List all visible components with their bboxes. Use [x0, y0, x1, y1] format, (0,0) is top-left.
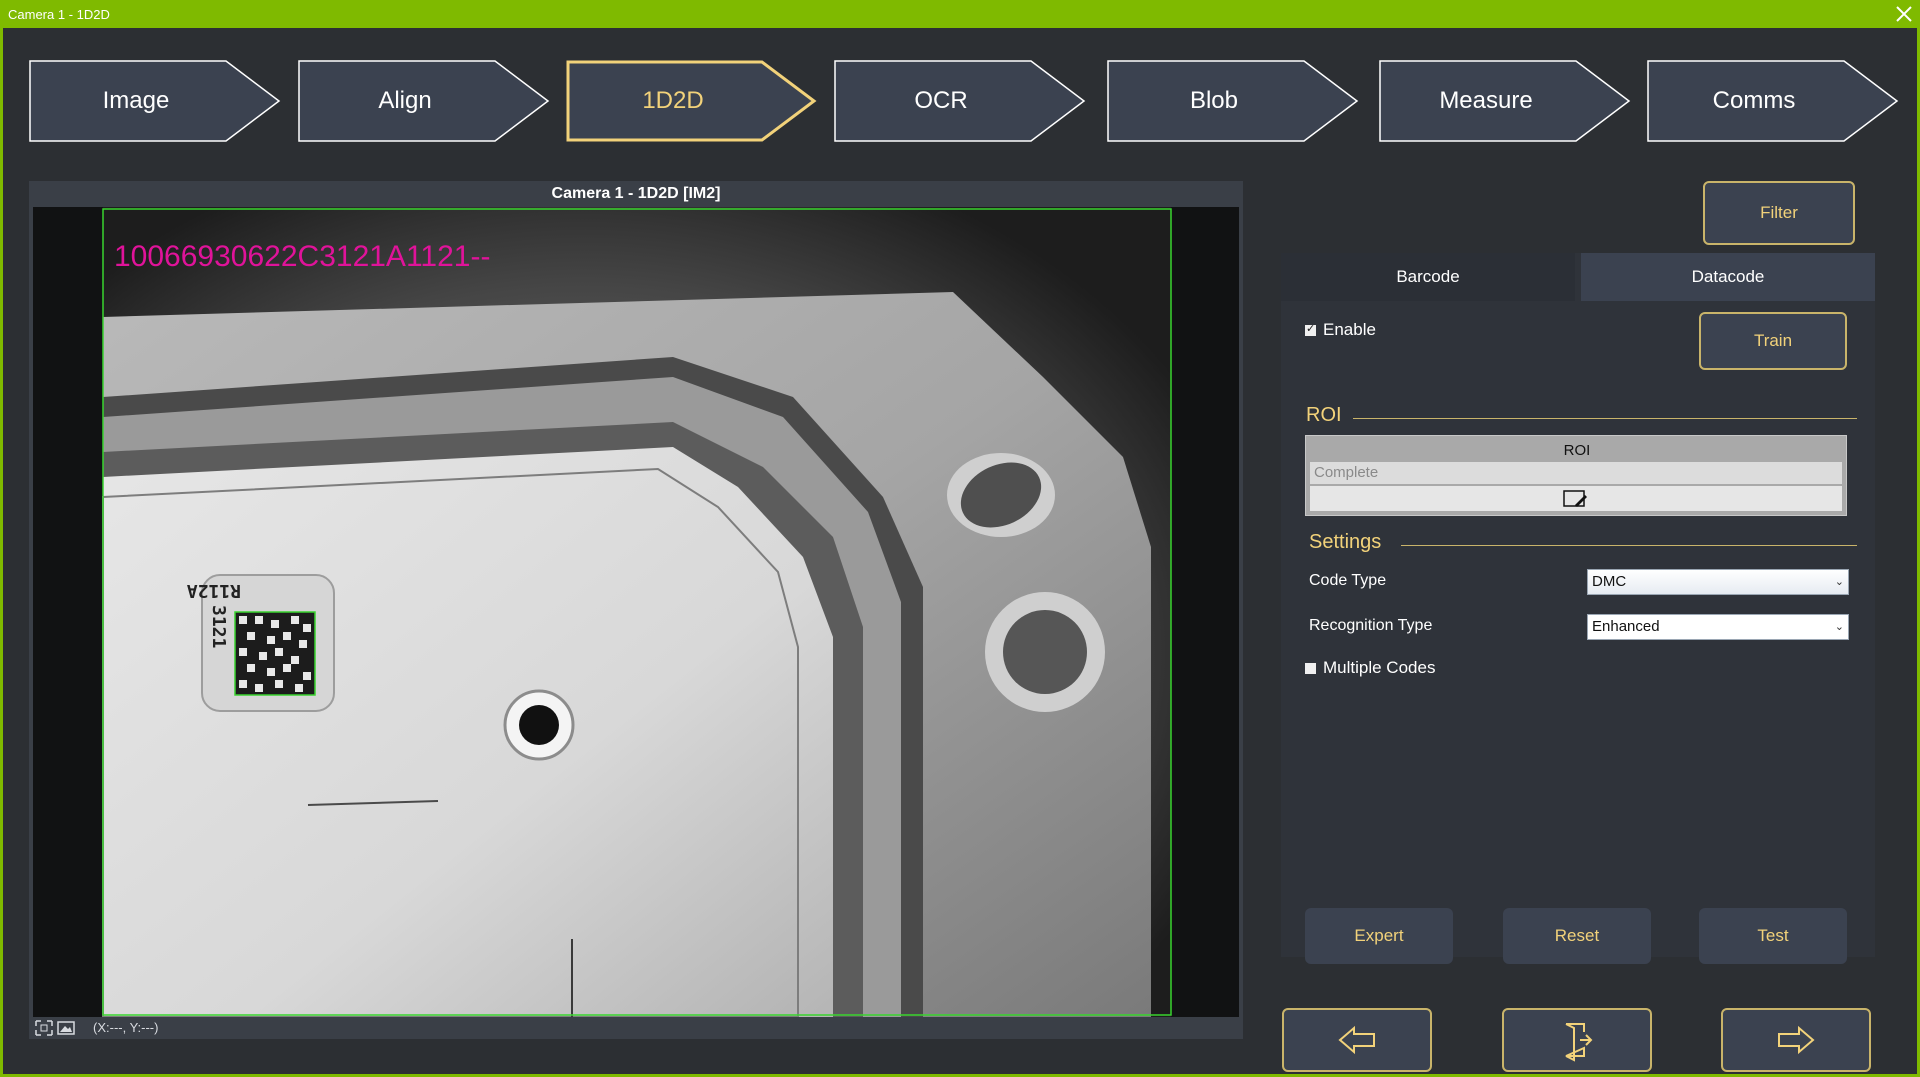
back-button[interactable]	[1282, 1008, 1432, 1072]
enable-checkbox[interactable]	[1305, 322, 1316, 336]
roi-shape-select[interactable]: Complete	[1310, 462, 1842, 484]
step-tab-blob[interactable]: Blob	[1107, 60, 1359, 142]
step-tab-label: Align	[378, 87, 432, 114]
roi-edit-button[interactable]	[1310, 486, 1842, 511]
roi-section-divider	[1353, 418, 1857, 419]
step-tab-1d2d[interactable]: 1D2D	[566, 60, 818, 142]
step-tab-align[interactable]: Align	[298, 60, 550, 142]
camera-header: Camera 1 - 1D2D [IM2]	[551, 185, 721, 202]
step-tab-ocr[interactable]: OCR	[834, 60, 1086, 142]
main-window: Image Align 1D2D OCR Blob Measure Comms …	[3, 28, 1917, 1074]
camera-footer: (X:---, Y:---)	[29, 1017, 1243, 1039]
step-tab-label: OCR	[914, 87, 968, 114]
multiple-codes-label: Multiple Codes	[1323, 658, 1436, 677]
label-text-side: 3121	[208, 605, 229, 648]
roi-section-title: ROI	[1306, 404, 1342, 426]
reset-button[interactable]: Reset	[1503, 908, 1651, 964]
settings-section-title: Settings	[1309, 531, 1382, 553]
settings-section-divider	[1401, 545, 1857, 546]
chevron-down-icon: ⌄	[1834, 576, 1844, 588]
arrow-left-icon	[1338, 1025, 1375, 1055]
code-type-label: Code Type	[1309, 572, 1387, 589]
step-tab-label: Image	[102, 87, 170, 114]
step-tab-comms[interactable]: Comms	[1647, 60, 1899, 142]
step-tab-measure[interactable]: Measure	[1379, 60, 1631, 142]
exit-button[interactable]	[1502, 1008, 1652, 1072]
camera-image[interactable]: R112A 3121 10066930622C3121A1121--	[33, 207, 1239, 1017]
next-button[interactable]	[1721, 1008, 1871, 1072]
expert-button[interactable]: Expert	[1305, 908, 1453, 964]
image-icon[interactable]	[57, 1020, 75, 1036]
arrow-right-icon	[1778, 1025, 1815, 1055]
step-tab-label: Blob	[1189, 87, 1239, 114]
label-text-top: R112A	[187, 580, 241, 601]
code-type-value: DMC	[1592, 573, 1627, 590]
recognition-type-value: Enhanced	[1592, 618, 1660, 635]
multiple-codes-checkbox[interactable]	[1305, 663, 1316, 674]
test-button[interactable]: Test	[1699, 908, 1847, 964]
recognition-type-label: Recognition Type	[1309, 617, 1433, 634]
step-tab-label: Measure	[1439, 87, 1533, 114]
tab-datacode[interactable]: Datacode	[1581, 253, 1875, 301]
filter-button[interactable]: Filter	[1703, 181, 1855, 245]
roi-shape-value: Complete	[1314, 464, 1379, 481]
train-button[interactable]: Train	[1699, 312, 1847, 370]
step-tab-label: 1D2D	[642, 87, 704, 114]
window-title: Camera 1 - 1D2D	[8, 7, 110, 22]
title-bar: Camera 1 - 1D2D	[0, 0, 1920, 28]
exit-door-icon	[1565, 1023, 1593, 1062]
fit-view-icon[interactable]	[35, 1020, 53, 1036]
step-tab-image[interactable]: Image	[29, 60, 281, 142]
code-type-select[interactable]: DMC ⌄	[1587, 569, 1849, 595]
roi-group: ROI Complete	[1305, 435, 1847, 516]
tab-barcode[interactable]: Barcode	[1281, 253, 1575, 301]
enable-label: Enable	[1323, 320, 1376, 339]
decode-result-text: 10066930622C3121A1121--	[114, 240, 491, 273]
step-tab-label: Comms	[1712, 87, 1796, 114]
roi-edit-icon	[1563, 490, 1587, 507]
cursor-coordinates: (X:---, Y:---)	[93, 1020, 159, 1035]
step-tabs: Image Align 1D2D OCR Blob Measure Comms	[3, 28, 1917, 148]
chevron-down-icon: ⌄	[1834, 621, 1844, 633]
recognition-type-select[interactable]: Enhanced ⌄	[1587, 614, 1849, 640]
roi-group-title: ROI	[1563, 442, 1591, 459]
camera-panel: Camera 1 - 1D2D [IM2] R112A 3121 1006693…	[29, 181, 1243, 1039]
close-icon[interactable]	[1892, 2, 1916, 26]
inspection-image: R112A 3121	[33, 207, 1239, 1017]
settings-panel: Barcode Datacode Enable Train ROI ROI Co…	[1281, 253, 1875, 964]
